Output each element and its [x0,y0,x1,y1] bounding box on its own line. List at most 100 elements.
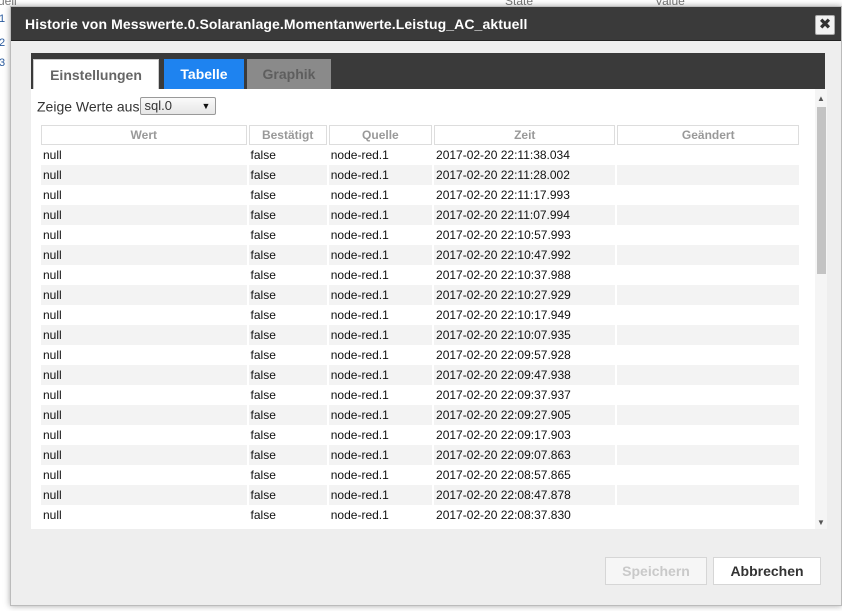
column-header-geaendert[interactable]: Geändert [617,125,799,145]
scroll-up-icon[interactable]: ▲ [815,93,827,105]
cell-quelle: node-red.1 [330,508,389,522]
table-row[interactable]: null false node-red.1 2017-02-20 22:10:37.9… [41,265,799,285]
table-body: null false node-red.1 2017-02-20 22:11:38.0… [41,145,799,525]
background-marker: 1 [0,13,6,25]
cell-wert: null [43,228,62,242]
cell-geaendert [617,145,799,165]
cell-bestaetigt: false [248,165,327,185]
table-row[interactable]: null false node-red.1 2017-02-20 22:11:07.9… [41,205,799,225]
cell-quelle: node-red.1 [328,325,433,345]
cell-wert: null [43,508,62,522]
cell-bestaetigt: false [250,148,276,162]
table-row[interactable]: null false node-red.1 2017-02-20 22:09:27.9… [41,405,799,425]
table-row[interactable]: null false node-red.1 2017-02-20 22:09:17.9… [41,425,799,445]
cell-quelle: node-red.1 [328,245,433,265]
cell-zeit: 2017-02-20 22:09:37.937 [436,388,571,402]
scrollbar-thumb[interactable] [817,107,826,274]
dialog-titlebar[interactable]: Historie von Messwerte.0.Solaranlage.Mom… [11,7,841,41]
cancel-button[interactable]: Abbrechen [713,557,821,585]
cell-bestaetigt: false [250,188,276,202]
cell-geaendert [617,245,799,265]
column-header-wert[interactable]: Wert [41,125,247,145]
cell-zeit: 2017-02-20 22:09:47.938 [434,365,616,385]
table-row[interactable]: null false node-red.1 2017-02-20 22:08:47.8… [41,485,799,505]
cell-wert: null [43,428,62,442]
tab-bar: Einstellungen Tabelle Graphik [31,53,825,93]
cell-zeit: 2017-02-20 22:10:17.949 [436,308,571,322]
cell-bestaetigt: false [248,365,327,385]
tab-graphik[interactable]: Graphik [247,59,331,89]
cell-wert: null [41,365,247,385]
table-row[interactable]: null false node-red.1 2017-02-20 22:10:27.9… [41,285,799,305]
scroll-down-icon[interactable]: ▼ [815,517,827,529]
cell-geaendert [617,425,799,445]
cell-quelle: node-red.1 [328,485,433,505]
cell-quelle: node-red.1 [330,228,389,242]
cell-wert: null [41,325,247,345]
cell-bestaetigt: false [248,285,327,305]
cell-wert: null [43,188,62,202]
column-header-bestaetigt[interactable]: Bestätigt [248,125,327,145]
table-row[interactable]: null false node-red.1 2017-02-20 22:08:37.8… [41,505,799,525]
column-header-zeit[interactable]: Zeit [434,125,616,145]
cell-wert: null [41,285,247,305]
table-row[interactable]: null false node-red.1 2017-02-20 22:09:07.8… [41,445,799,465]
cell-bestaetigt: false [248,485,327,505]
cell-geaendert [617,265,799,285]
cell-zeit: 2017-02-20 22:09:57.928 [436,348,571,362]
cell-quelle: node-red.1 [330,468,389,482]
table-row[interactable]: null false node-red.1 2017-02-20 22:09:57.9… [41,345,799,365]
cell-quelle: node-red.1 [328,445,433,465]
cell-geaendert [617,405,799,425]
cell-zeit: 2017-02-20 22:09:17.903 [436,428,571,442]
cell-bestaetigt: false [248,405,327,425]
tab-einstellungen[interactable]: Einstellungen [33,59,159,93]
background-marker: 2 [0,37,6,49]
cell-zeit: 2017-02-20 22:11:38.034 [436,148,570,162]
cell-bestaetigt: false [250,348,276,362]
background-marker: 3 [0,57,6,69]
table-row[interactable]: null false node-red.1 2017-02-20 22:11:17.9… [41,185,799,205]
table-row[interactable]: null false node-red.1 2017-02-20 22:08:57.8… [41,465,799,485]
table-row[interactable]: null false node-red.1 2017-02-20 22:11:28.0… [41,165,799,185]
cell-quelle: node-red.1 [328,365,433,385]
cell-wert: null [41,165,247,185]
column-header-quelle[interactable]: Quelle [328,125,433,145]
cell-bestaetigt: false [250,228,276,242]
table-row[interactable]: null false node-red.1 2017-02-20 22:10:07.9… [41,325,799,345]
table-row[interactable]: null false node-red.1 2017-02-20 22:09:47.9… [41,365,799,385]
vertical-scrollbar[interactable]: ▲ ▼ [815,89,827,529]
table-row[interactable]: null false node-red.1 2017-02-20 22:10:57.9… [41,225,799,245]
source-select-value: sql.0 [144,98,172,114]
table-panel: Zeige Werte aus sql.0 ▼ Wert Bestätigt Que… [31,89,825,529]
cell-geaendert [617,445,799,465]
table-row[interactable]: null false node-red.1 2017-02-20 22:10:47.9… [41,245,799,265]
source-select-label: Zeige Werte aus [37,98,140,115]
cell-geaendert [617,345,799,365]
close-icon: ✖ [818,16,832,33]
tab-tabelle[interactable]: Tabelle [164,59,244,93]
cell-wert: null [43,468,62,482]
cell-zeit: 2017-02-20 22:10:27.929 [434,285,616,305]
cell-zeit: 2017-02-20 22:09:27.905 [434,405,616,425]
cell-quelle: node-red.1 [330,388,389,402]
cell-bestaetigt: false [250,308,276,322]
table-row[interactable]: null false node-red.1 2017-02-20 22:10:17.9… [41,305,799,325]
cell-quelle: node-red.1 [330,308,389,322]
table-row[interactable]: null false node-red.1 2017-02-20 22:09:37.9… [41,385,799,405]
cell-geaendert [617,205,799,225]
cell-quelle: node-red.1 [330,188,389,202]
close-button[interactable]: ✖ [815,15,835,35]
source-select[interactable]: sql.0 ▼ [140,97,217,116]
history-table: Wert Bestätigt Quelle Zeit Geändert null… [39,125,801,525]
cell-geaendert [617,365,799,385]
dialog-title: Historie von Messwerte.0.Solaranlage.Mom… [25,16,528,32]
source-select-row: Zeige Werte aus sql.0 ▼ [37,97,217,116]
cell-geaendert [617,185,799,205]
cell-geaendert [617,285,799,305]
table-row[interactable]: null false node-red.1 2017-02-20 22:11:38.0… [41,145,799,165]
cell-wert: null [43,268,62,282]
cell-wert: null [43,308,62,322]
cell-quelle: node-red.1 [330,428,389,442]
save-button[interactable]: Speichern [605,557,707,585]
